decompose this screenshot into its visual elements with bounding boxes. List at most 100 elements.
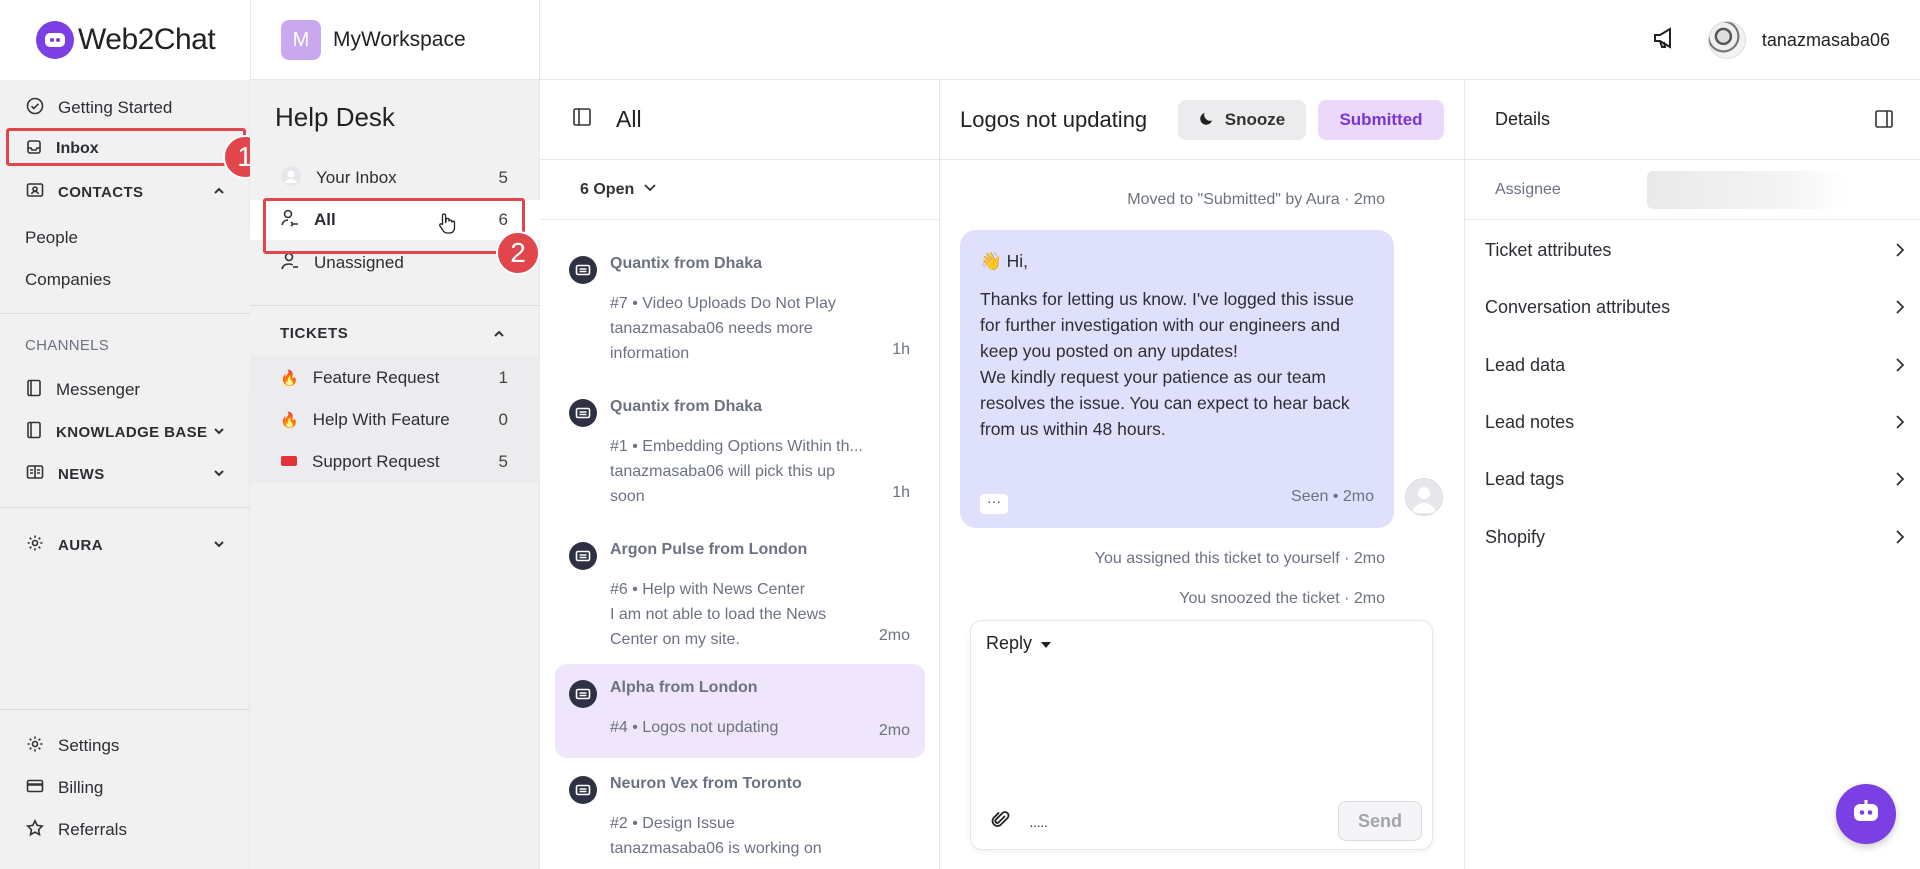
details-shopify[interactable]: Shopify [1465, 509, 1920, 566]
details-ticket-attributes[interactable]: Ticket attributes [1465, 222, 1920, 279]
folder-count: 5 [498, 168, 508, 187]
chevron-up-icon[interactable] [492, 326, 506, 346]
chevron-right-icon [1894, 414, 1906, 435]
more-options-icon[interactable]: ····· [1029, 817, 1048, 833]
ticket-icon [569, 542, 597, 570]
folder-your-inbox[interactable]: Your Inbox 5 [250, 158, 540, 198]
conversation-item[interactable]: Neuron Vex from Toronto #2 • Design Issu… [555, 760, 925, 869]
chevron-right-icon [1894, 357, 1906, 378]
gear-icon [26, 735, 44, 758]
nav-label: NEWS [58, 465, 105, 483]
panel-toggle-icon[interactable] [1874, 109, 1894, 134]
brand[interactable]: Web2Chat [0, 0, 250, 80]
details-lead-data[interactable]: Lead data [1465, 337, 1920, 394]
folder-label: Your Inbox [316, 168, 397, 187]
preview-line: #6 • Help with News Center [610, 581, 806, 598]
nav-divider [0, 709, 250, 710]
nav-settings[interactable]: Settings [0, 726, 250, 766]
reply-mode-dropdown[interactable]: Reply [986, 633, 1052, 654]
nav-news[interactable]: NEWS [0, 454, 250, 494]
sidebar-toggle-icon[interactable] [572, 107, 592, 132]
snooze-button[interactable]: Snooze [1178, 100, 1306, 140]
ticket-type-label: Feature Request [312, 367, 440, 387]
details-header: Details [1465, 80, 1920, 160]
status-filter-dropdown[interactable]: 6 Open [540, 160, 939, 220]
message-text: Thanks for letting us know. I've logged … [980, 289, 1354, 361]
ticket-type-label: Support Request [312, 452, 440, 471]
conversation-contact: Quantix from Dhaka [610, 255, 763, 272]
conversation-list-header: All [540, 80, 939, 160]
preview-line: #7 • Video Uploads Do Not Play [610, 295, 836, 312]
nav-contacts[interactable]: CONTACTS [0, 172, 250, 212]
ticket-type-count: 1 [498, 367, 508, 387]
nav-label: Companies [25, 270, 111, 289]
nav-label: Referrals [58, 820, 127, 839]
nav-messenger[interactable]: Messenger [0, 370, 250, 410]
conversation-item[interactable]: Quantix from Dhaka #1 • Embedding Option… [555, 383, 925, 523]
details-lead-tags[interactable]: Lead tags [1465, 451, 1920, 508]
conversation-time: 2mo [878, 722, 910, 739]
nav-label: Settings [58, 736, 120, 755]
nav-divider [0, 313, 250, 314]
star-icon [26, 818, 44, 842]
nav-referrals[interactable]: Referrals [0, 810, 250, 850]
system-message: You assigned this ticket to yourself · 2… [1094, 550, 1385, 567]
details-item-label: Lead tags [1485, 469, 1565, 489]
user-name[interactable]: tanazmasaba06 [1762, 30, 1890, 51]
brand-logo-icon [36, 21, 74, 59]
preview-line: #4 • Logos not updating [610, 719, 779, 736]
details-item-label: Lead notes [1485, 412, 1575, 432]
conversation-contact: Neuron Vex from Toronto [610, 775, 802, 792]
nav-label: People [25, 228, 78, 247]
folder-label: Unassigned [314, 253, 404, 272]
details-conversation-attributes[interactable]: Conversation attributes [1465, 279, 1920, 336]
details-lead-notes[interactable]: Lead notes [1465, 394, 1920, 451]
chatbot-launcher-button[interactable] [1836, 784, 1896, 844]
attachment-icon[interactable] [991, 810, 1011, 835]
nav-knowledge-base[interactable]: KNOWLADGE BASE [0, 412, 250, 452]
preview-line: Center on my site. [610, 631, 740, 648]
ticket-type-label: Help With Feature [312, 410, 450, 429]
conversation-contact: Argon Pulse from London [610, 541, 808, 558]
highlight-all [263, 198, 525, 254]
nav-companies[interactable]: Companies [0, 260, 250, 300]
workspace-name: MyWorkspace [333, 28, 466, 51]
ticket-type-feature-request[interactable]: 🔥 Feature Request 1 [250, 356, 540, 399]
conversation-item[interactable]: Argon Pulse from London #6 • Help with N… [555, 526, 925, 666]
status-submitted-button[interactable]: Submitted [1318, 100, 1444, 140]
annotation-badge-2: 2 [496, 231, 540, 275]
nav-billing[interactable]: Billing [0, 768, 250, 808]
top-right-actions: tanazmasaba06 [1652, 0, 1890, 80]
nav-aura[interactable]: AURA [0, 525, 250, 565]
check-circle-icon [26, 97, 44, 120]
conversation-time: 2mo [878, 627, 910, 644]
megaphone-icon[interactable] [1652, 26, 1678, 55]
reply-composer[interactable]: Reply ····· Send [970, 620, 1433, 850]
ticket-type-help-with-feature[interactable]: 🔥 Help With Feature 0 [250, 399, 540, 441]
send-button[interactable]: Send [1338, 801, 1422, 841]
ticket-type-support-request[interactable]: Support Request 5 [250, 441, 540, 483]
workspace-switcher[interactable]: M MyWorkspace [250, 0, 540, 80]
ticket-icon [569, 256, 597, 284]
user-outline-icon [280, 251, 300, 276]
chevron-right-icon [1894, 529, 1906, 550]
ticket-icon [280, 452, 298, 472]
message-more-button[interactable]: ··· [980, 494, 1008, 514]
agent-message-bubble: 👋 Hi, Thanks for letting us know. I've l… [960, 230, 1394, 528]
conversation-item[interactable]: Quantix from Dhaka #7 • Video Uploads Do… [555, 240, 925, 380]
assignee-value[interactable] [1647, 171, 1847, 209]
gear-icon [26, 534, 44, 556]
user-avatar[interactable] [1707, 21, 1746, 59]
fire-icon: 🔥 [280, 369, 299, 387]
assignee-row[interactable]: Assignee [1465, 160, 1920, 220]
ticket-icon [569, 680, 597, 708]
bot-icon [1851, 799, 1881, 830]
chevron-up-icon [212, 184, 226, 202]
fire-icon: 🔥 [280, 412, 299, 429]
nav-getting-started[interactable]: Getting Started [0, 88, 250, 128]
nav-people[interactable]: People [0, 218, 250, 258]
messenger-icon [26, 379, 42, 402]
conversation-preview: #6 • Help with News Center I am not able… [610, 577, 900, 652]
workspace-avatar: M [281, 20, 321, 60]
conversation-item-selected[interactable]: Alpha from London #4 • Logos not updatin… [555, 664, 925, 758]
